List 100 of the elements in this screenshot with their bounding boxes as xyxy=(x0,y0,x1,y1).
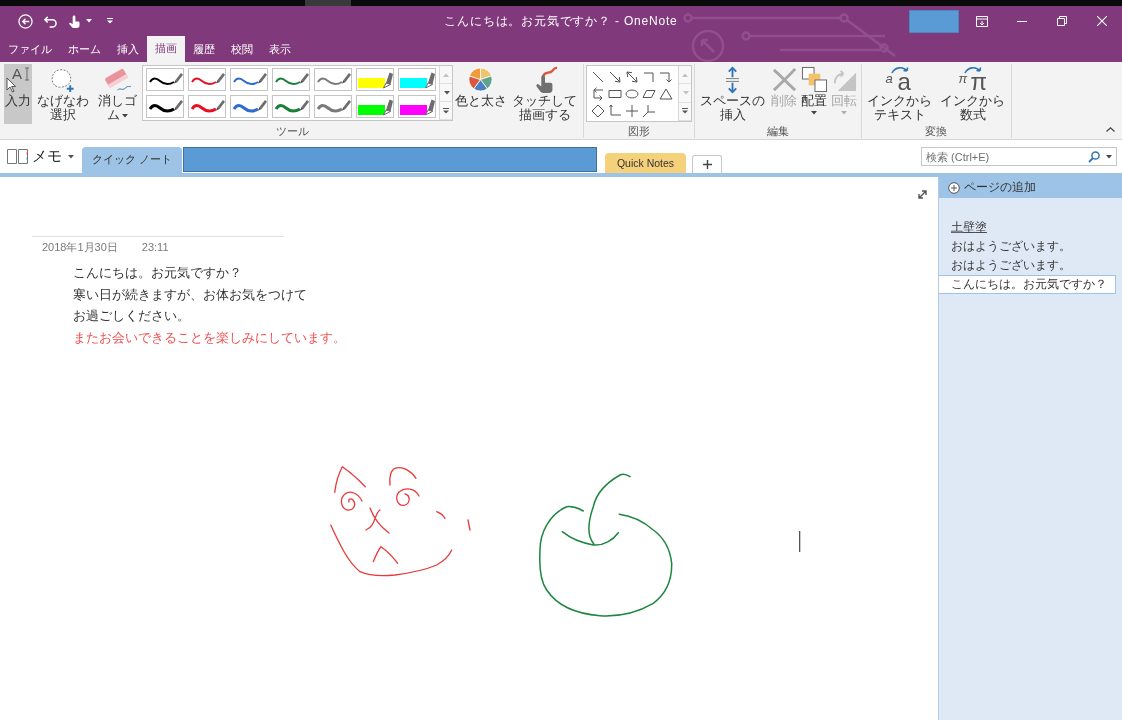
pen-icon xyxy=(341,73,351,84)
x-icon xyxy=(770,66,798,93)
plus-circle-icon xyxy=(948,181,960,194)
elbow-double-arrow-icon xyxy=(591,86,605,101)
add-section-button[interactable] xyxy=(692,155,723,173)
search-icon[interactable] xyxy=(1088,150,1100,163)
ribbon-tab[interactable]: ホーム xyxy=(60,37,109,62)
ribbon-tab[interactable]: ファイル xyxy=(0,37,60,62)
section-tab[interactable]: Quick Notes xyxy=(604,153,687,173)
diamond-icon xyxy=(591,103,605,118)
restore-icon xyxy=(1057,16,1067,26)
section-tab[interactable]: クイック ノート xyxy=(82,147,182,173)
minimize-icon xyxy=(1017,20,1027,22)
pen-icon xyxy=(173,73,183,84)
notebook-icon xyxy=(7,148,28,165)
overlapping-squares-icon xyxy=(800,66,828,93)
customize-icon xyxy=(107,18,113,24)
pen-icon xyxy=(341,100,351,111)
axes-3d-icon xyxy=(642,103,656,118)
back-icon xyxy=(17,13,33,29)
insert-space-button[interactable]: スペースの挿入 xyxy=(696,64,769,124)
ribbon-tab[interactable]: 校閲 xyxy=(223,37,261,62)
caret-icon xyxy=(682,91,689,95)
note-text-line: またお会いできることを楽しみにしています。 xyxy=(73,329,346,348)
caret-icon xyxy=(1106,154,1112,159)
notebook-button[interactable]: メモ xyxy=(7,147,74,166)
group-label: ツール xyxy=(275,125,309,138)
group-label: 変換 xyxy=(925,125,947,138)
group-label: 編集 xyxy=(766,125,789,138)
note-time: 23:11 xyxy=(141,240,169,254)
triangle-icon xyxy=(659,86,673,101)
window-title: こんにちは。お元気ですか？ - OneNote xyxy=(444,12,678,30)
diamond-shape-button[interactable] xyxy=(589,102,607,119)
elbow-connector-icon xyxy=(642,69,656,84)
pen-icon xyxy=(215,100,225,111)
add-page-button[interactable]: ページの追加 xyxy=(939,177,1122,198)
highlighter-icon xyxy=(382,72,393,89)
gallery-more-button[interactable] xyxy=(439,102,452,120)
arrange-button[interactable]: 配置 xyxy=(799,64,829,124)
ribbon-display-icon xyxy=(976,15,988,27)
highlighter-icon xyxy=(424,72,435,89)
plus-icon xyxy=(702,160,712,169)
vertical-arrows-icon xyxy=(723,65,742,94)
more-icon xyxy=(442,107,449,114)
elbow-arrow-icon xyxy=(659,69,673,84)
caret-icon xyxy=(443,90,450,95)
more-icon xyxy=(681,108,688,115)
highlighter-button[interactable] xyxy=(355,68,394,91)
axes-icon xyxy=(608,103,622,118)
highlighter-button[interactable] xyxy=(355,95,394,118)
input-tool-button[interactable]: A 入力 xyxy=(4,64,32,124)
ribbon-tab[interactable]: 履歴 xyxy=(185,37,223,62)
caret-icon xyxy=(85,19,92,23)
pen-icon xyxy=(299,73,309,84)
pen-icon xyxy=(299,100,309,111)
caret-up-icon xyxy=(442,72,449,77)
group-label: 図形 xyxy=(627,125,650,138)
lasso-select-button[interactable]: なげなわ選択 xyxy=(33,64,93,124)
cross-axes-icon xyxy=(625,103,639,118)
close-icon xyxy=(1097,16,1107,26)
ribbon-tab[interactable]: 表示 xyxy=(261,37,299,62)
arrow-line-icon xyxy=(608,69,622,84)
caret-up-icon xyxy=(681,72,688,77)
highlighter-button[interactable] xyxy=(397,95,436,118)
ribbon-tab[interactable]: 挿入 xyxy=(109,37,147,62)
caret-icon xyxy=(68,154,74,159)
gallery-more-button[interactable] xyxy=(678,102,691,121)
eraser-button[interactable]: 消しゴム xyxy=(93,64,141,124)
highlighter-icon xyxy=(424,99,435,116)
note-text-line: こんにちは。お元気ですか？ xyxy=(73,264,242,282)
pen-button[interactable] xyxy=(145,68,184,91)
eraser-icon xyxy=(102,66,132,93)
expand-icon[interactable] xyxy=(917,189,928,200)
touch-draw-button[interactable]: タッチして描画する xyxy=(508,64,581,124)
collapse-ribbon-button[interactable] xyxy=(1104,124,1116,134)
pen-icon xyxy=(173,100,183,111)
page-tab[interactable]: 土壁塗 xyxy=(939,218,1116,237)
page-tab[interactable]: おはようございます。 xyxy=(939,256,1116,275)
highlighter-button[interactable] xyxy=(397,68,436,91)
ribbon-tab[interactable]: 描画 xyxy=(147,36,185,62)
pen-icon xyxy=(215,73,225,84)
gallery-scroll-down-button[interactable] xyxy=(439,84,452,102)
page-tab[interactable]: おはようございます。 xyxy=(939,237,1116,256)
highlighter-icon xyxy=(382,99,393,116)
color-wheel-icon xyxy=(467,66,494,93)
note-date: 2018年1月30日 xyxy=(42,240,118,254)
double-arrow-line-shape-button[interactable] xyxy=(623,68,641,85)
pen-icon xyxy=(257,73,267,84)
note-text-line: お過ごしください。 xyxy=(73,307,190,326)
page-tab[interactable]: こんにちは。お元気ですか？ xyxy=(939,275,1116,294)
double-arrow-line-icon xyxy=(625,69,639,84)
chevron-up-icon xyxy=(1105,126,1115,132)
color-thickness-button[interactable]: 色と太さ xyxy=(453,64,508,124)
back-button[interactable] xyxy=(15,11,35,31)
lasso-icon xyxy=(49,66,77,93)
undo-icon xyxy=(42,14,58,28)
pen-button[interactable] xyxy=(145,95,184,118)
note-text-line: 寒い日が続きますが、お体お気をつけて xyxy=(73,285,307,304)
redacted-block xyxy=(909,9,959,33)
search-field[interactable]: 検索 (Ctrl+E) xyxy=(921,147,1117,166)
